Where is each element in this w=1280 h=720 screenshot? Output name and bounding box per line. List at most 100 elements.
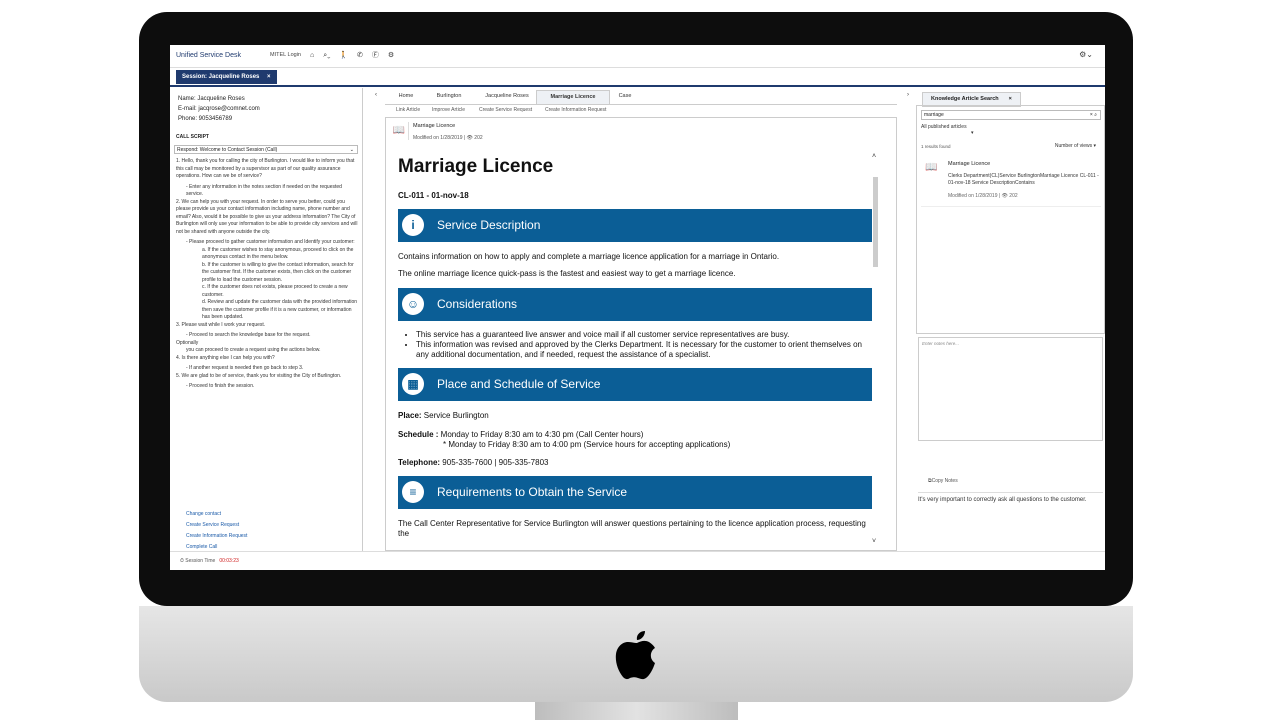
article-header-title: Marriage Licence <box>413 123 456 129</box>
script-line: Optionally <box>176 339 199 346</box>
session-tab[interactable]: Session: Jacqueline Roses × <box>176 70 277 84</box>
requirements-paragraph: The Call Center Representative for Servi… <box>398 519 866 538</box>
chat-icon[interactable]: ⚙ <box>388 52 394 59</box>
gear-icon[interactable]: ⚙⌄ <box>1079 50 1093 59</box>
home-icon[interactable]: ⌂ <box>310 52 314 59</box>
agent-hint: It's very important to correctly ask all… <box>918 492 1103 505</box>
center-panel: Home Burlington Jacqueline Roses Marriag… <box>385 88 897 551</box>
close-icon[interactable]: × <box>1009 96 1012 102</box>
book-icon: 📖 <box>390 122 409 140</box>
mitel-login-link[interactable]: MITEL Login <box>270 52 301 58</box>
person-icon[interactable]: 🚶 <box>339 52 348 59</box>
schedule-value-2: * Monday to Friday 8:30 am to 4:00 pm (S… <box>443 440 731 449</box>
script-line: 3. Please wait while I work your request… <box>176 321 266 328</box>
chevron-up-icon[interactable]: ˄ <box>872 153 876 160</box>
call-script-select[interactable]: Respond: Welcome to Contact Session (Cal… <box>174 145 358 154</box>
search-query: marriage <box>924 112 944 118</box>
script-line: you can proceed to create a request usin… <box>186 347 321 353</box>
top-bar: Unified Service Desk MITEL Login ⌂ ⌕⌄ 🚶 … <box>170 45 1105 68</box>
at-icon[interactable]: Ⓕ <box>372 52 379 59</box>
place-line: Place: Service Burlington <box>398 411 872 421</box>
knowledge-panel: marriage × ⌕ All published articles ▾ 1 r… <box>916 105 1105 334</box>
collapse-left-icon[interactable]: ‹ <box>375 92 377 98</box>
list-item: This service has a guaranteed live answe… <box>416 330 872 340</box>
knowledge-tab-label: Knowledge Article Search <box>931 96 999 102</box>
place-label: Place: <box>398 411 422 420</box>
desc-paragraph-2: The online marriage licence quick-pass i… <box>398 269 736 278</box>
section-title: Considerations <box>437 297 518 311</box>
create-information-request-button[interactable]: Create Information Request <box>545 107 606 113</box>
article-scrollbar[interactable]: ˄ ˅ <box>872 153 880 548</box>
info-icon: i <box>402 214 424 236</box>
chevron-down-icon[interactable]: ˅ <box>872 538 876 545</box>
action-link-complete-call[interactable]: Complete Call <box>186 542 247 551</box>
screen: Unified Service Desk MITEL Login ⌂ ⌕⌄ 🚶 … <box>170 45 1105 570</box>
chevron-down-icon: ▾ <box>1093 143 1096 149</box>
article-content: Marriage Licence CL-011 - 01-nov-18 i Se… <box>398 154 872 550</box>
section-title: Place and Schedule of Service <box>437 377 601 391</box>
article-box: 📖 Marriage Licence Modified on 1/28/2019… <box>385 117 897 551</box>
place-value: Service Burlington <box>421 411 489 420</box>
close-icon[interactable]: × <box>267 74 271 80</box>
list-item: This information was revised and approve… <box>416 340 872 360</box>
tab-burlington[interactable]: Burlington <box>430 90 468 103</box>
script-line: - Proceed to search the knowledge base f… <box>186 332 311 338</box>
phone-icon[interactable]: ✆ <box>357 52 363 59</box>
scroll-thumb[interactable] <box>873 177 878 267</box>
telephone-value: 905-335-7600 | 905-335-7803 <box>440 458 549 467</box>
search-icon[interactable]: × ⌕ <box>1090 111 1097 120</box>
knowledge-search-input[interactable]: marriage × ⌕ <box>921 110 1101 120</box>
section-title: Requirements to Obtain the Service <box>437 485 628 499</box>
link-article-button[interactable]: Link Article <box>396 107 420 113</box>
customer-name: Name: Jacqueline Roses <box>178 96 245 102</box>
result-meta: Modified on 1/28/2019 | 👁 202 <box>948 193 1018 199</box>
action-links: Change contact Create Service Request Crea… <box>186 509 247 551</box>
telephone-line: Telephone: 905-335-7600 | 905-335-7803 <box>398 458 872 468</box>
tab-case[interactable]: Case <box>613 90 637 103</box>
calendar-icon: ▦ <box>402 373 424 395</box>
support-icon: ☺ <box>402 293 424 315</box>
book-icon: 📖 <box>925 162 938 173</box>
schedule-line: Schedule : Monday to Friday 8:30 am to 4… <box>398 430 872 450</box>
notes-textarea[interactable]: Enter notes here... <box>918 337 1103 441</box>
call-script-selected: Respond: Welcome to Contact Session (Cal… <box>177 147 278 153</box>
collapse-right-icon[interactable]: › <box>907 92 909 98</box>
call-script-label: CALL SCRIPT <box>176 134 209 140</box>
script-line: - Proceed to finish the session. <box>186 383 255 389</box>
session-time-value: 00:03:23 <box>219 558 239 564</box>
apple-logo-icon <box>615 631 655 680</box>
session-time-label: Session Time <box>185 558 216 564</box>
result-title: Marriage Licence <box>948 161 991 167</box>
script-line: - Enter any information in the notes sec… <box>186 183 342 198</box>
article-filter[interactable]: All published articles ▾ <box>921 124 974 136</box>
document-icon: ≡ <box>402 481 424 503</box>
sort-select[interactable]: Number of views ▾ <box>1055 143 1096 149</box>
status-bar: ⏱ Session Time 00:03:23 <box>170 551 1105 570</box>
tab-home[interactable]: Home <box>393 90 419 103</box>
tab-jacqueline-roses[interactable]: Jacqueline Roses <box>479 90 535 103</box>
script-line: 2. We can help you with your request. In… <box>176 198 358 235</box>
results-count: 1 results found <box>921 144 951 149</box>
action-link-create-service-request[interactable]: Create Service Request <box>186 520 247 531</box>
right-panel: Knowledge Article Search × marriage × ⌕ A… <box>916 88 1105 551</box>
script-line: 5. We are glad to be of service, thank y… <box>176 372 342 379</box>
session-tab-label: Session: Jacqueline Roses <box>182 74 260 80</box>
improve-article-button[interactable]: Improve Article <box>432 107 465 113</box>
action-link-create-information-request[interactable]: Create Information Request <box>186 531 247 542</box>
customer-info: Name: Jacqueline Roses E-mail: jacqrose@… <box>178 94 260 124</box>
customer-email: E-mail: jacqrose@comnet.com <box>178 106 260 112</box>
copy-notes-button[interactable]: ⧉Copy Notes <box>928 478 958 484</box>
search-result[interactable]: 📖 Marriage Licence Clerks Department(CL)… <box>921 156 1101 207</box>
action-link-change-contact[interactable]: Change contact <box>186 509 247 520</box>
script-line: c. If the customer does not exists, plea… <box>202 284 348 298</box>
tab-bar: Home Burlington Jacqueline Roses Marriag… <box>385 90 897 105</box>
tab-marriage-licence[interactable]: Marriage Licence <box>536 90 610 104</box>
monitor-stand <box>535 702 738 720</box>
search-icon[interactable]: ⌕⌄ <box>323 52 330 59</box>
script-line: b. If the customer is willing to give th… <box>202 261 354 283</box>
script-line: - Please proceed to gather customer info… <box>186 239 355 245</box>
create-service-request-button[interactable]: Create Service Request <box>479 107 532 113</box>
chevron-down-icon: ⌄ <box>349 147 354 153</box>
result-description: Clerks Department(CL)Service BurlingtonM… <box>948 173 1099 186</box>
copy-notes-label: Copy Notes <box>931 478 958 484</box>
